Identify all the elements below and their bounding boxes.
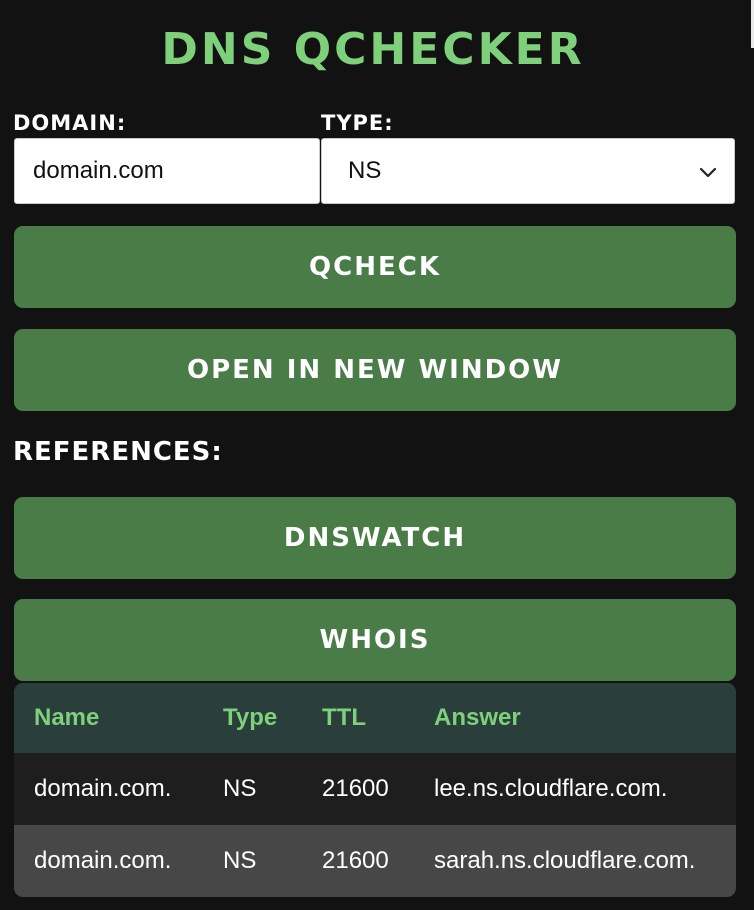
type-label: TYPE:	[321, 111, 394, 135]
type-select-value: NS	[348, 157, 382, 184]
column-header-type: Type	[203, 683, 302, 753]
domain-input[interactable]	[14, 138, 320, 204]
table-row: domain.com. NS 21600 lee.ns.cloudflare.c…	[14, 753, 736, 825]
table-row: domain.com. NS 21600 sarah.ns.cloudflare…	[14, 825, 736, 897]
chevron-down-icon	[698, 161, 718, 181]
qcheck-button[interactable]: QCHECK	[14, 226, 736, 308]
results-header-row: Name Type TTL Answer	[14, 683, 736, 753]
whois-button[interactable]: WHOIS	[14, 599, 736, 681]
cell-answer: sarah.ns.cloudflare.com.	[414, 825, 736, 897]
column-header-ttl: TTL	[302, 683, 414, 753]
cell-type: NS	[203, 753, 302, 825]
page-title: DNS QCHECKER	[161, 24, 585, 75]
type-select[interactable]: NS	[321, 138, 735, 204]
references-heading: REFERENCES:	[13, 437, 223, 467]
open-new-window-button[interactable]: OPEN IN NEW WINDOW	[14, 329, 736, 411]
domain-label: DOMAIN:	[13, 111, 127, 135]
cell-answer: lee.ns.cloudflare.com.	[414, 753, 736, 825]
cell-type: NS	[203, 825, 302, 897]
cell-ttl: 21600	[302, 753, 414, 825]
results-table: Name Type TTL Answer domain.com. NS 2160…	[14, 683, 736, 897]
column-header-answer: Answer	[414, 683, 736, 753]
cell-name: domain.com.	[14, 753, 203, 825]
cell-name: domain.com.	[14, 825, 203, 897]
dnswatch-button[interactable]: DNSWATCH	[14, 497, 736, 579]
column-header-name: Name	[14, 683, 203, 753]
cell-ttl: 21600	[302, 825, 414, 897]
